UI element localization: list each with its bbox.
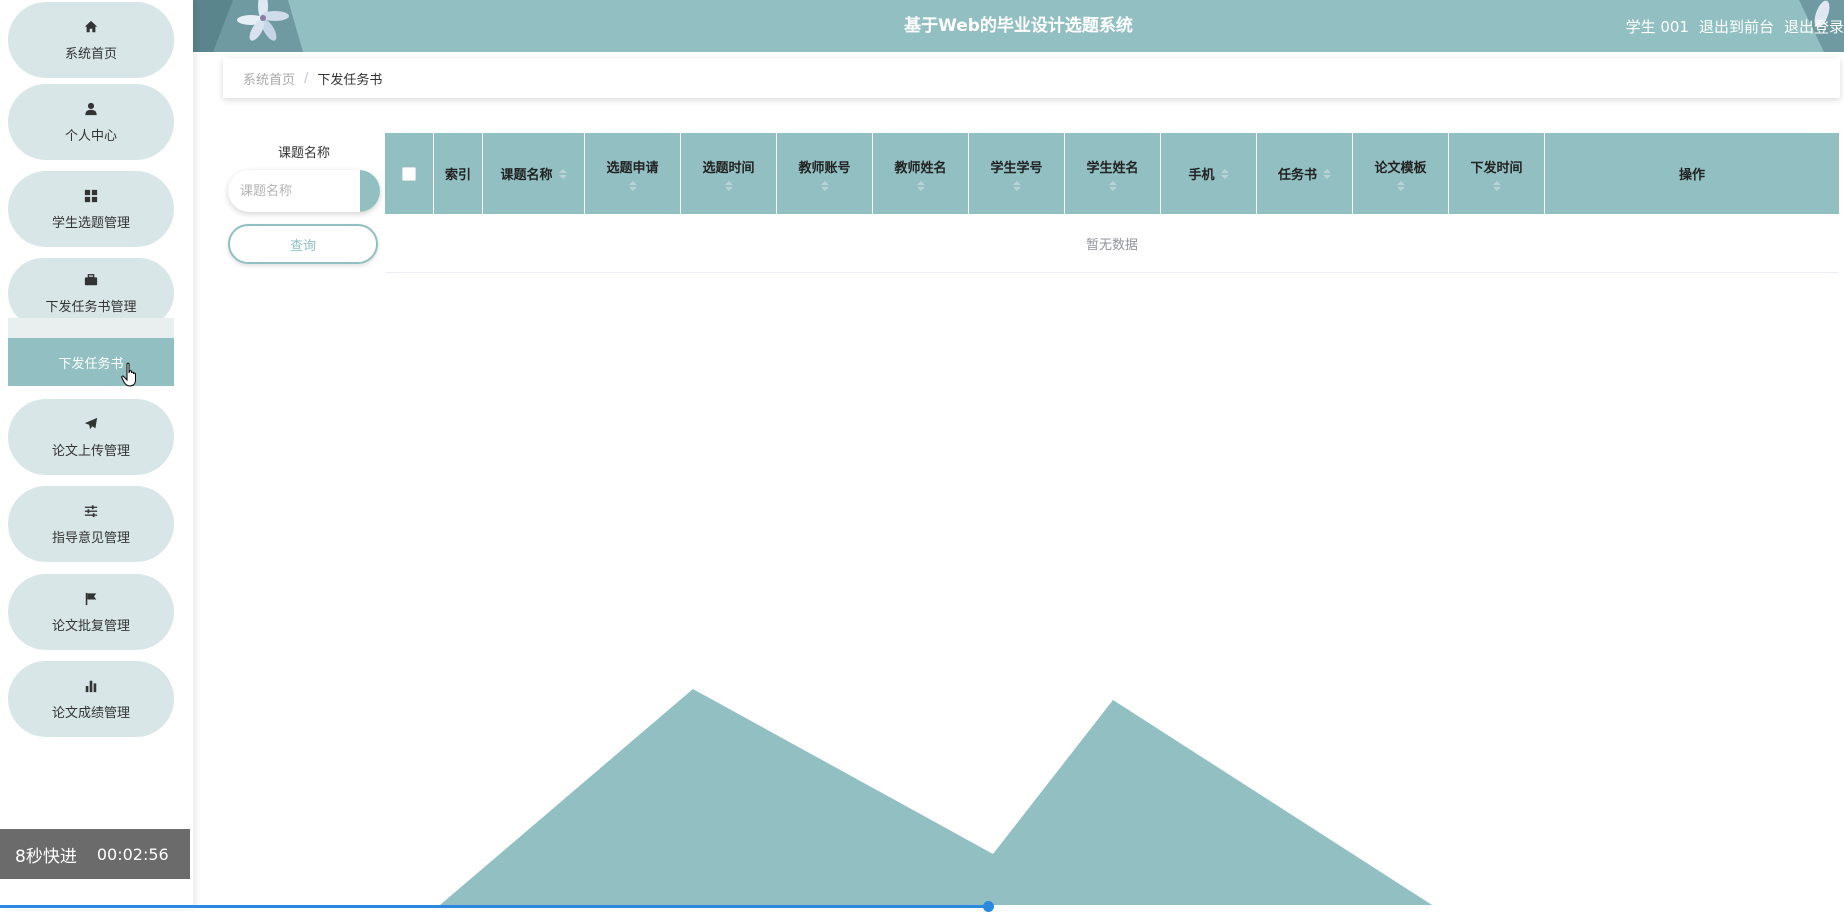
fast-forward-label[interactable]: 8秒快进 bbox=[15, 842, 77, 867]
sidebar-item-home[interactable]: 系统首页 bbox=[8, 2, 174, 78]
sort-icon[interactable] bbox=[628, 180, 637, 191]
sidebar-item-label: 论文批复管理 bbox=[51, 618, 130, 634]
sort-icon[interactable] bbox=[1220, 168, 1229, 179]
column-header-actions: 操作 bbox=[1545, 133, 1839, 214]
search-input-wrapper bbox=[228, 170, 380, 212]
column-label: 论文模板 bbox=[1374, 160, 1427, 176]
query-button[interactable]: 查询 bbox=[228, 224, 378, 264]
video-speed-badge: 8秒快进 00:02:56 bbox=[0, 829, 190, 879]
video-progress-knob[interactable] bbox=[983, 901, 995, 912]
column-header-thesis-template[interactable]: 论文模板 bbox=[1353, 133, 1449, 214]
bar-chart-icon bbox=[83, 678, 99, 694]
search-label: 课题名称 bbox=[277, 146, 330, 161]
sidebar-item-label: 系统首页 bbox=[64, 46, 117, 62]
column-label: 操作 bbox=[1678, 168, 1705, 183]
video-progress-fill bbox=[0, 905, 989, 908]
column-label: 索引 bbox=[444, 168, 471, 183]
header-user-area: 学生 001 退出到前台 退出登录 bbox=[1616, 0, 1844, 52]
column-header-application[interactable]: 选题申请 bbox=[585, 133, 681, 214]
sidebar-item-topic-selection[interactable]: 学生选题管理 bbox=[8, 171, 174, 247]
sidebar-item-thesis-grades[interactable]: 论文成绩管理 bbox=[8, 661, 174, 737]
sidebar-item-thesis-review[interactable]: 论文批复管理 bbox=[8, 574, 174, 650]
task-table: 索引 课题名称 选题申请 选题时间 教师账号 教师姓名 学生学号 学生姓名 手机… bbox=[385, 133, 1839, 273]
sort-icon[interactable] bbox=[1323, 168, 1331, 179]
sidebar-item-label: 论文上传管理 bbox=[51, 443, 130, 459]
sidebar-item-label: 指导意见管理 bbox=[51, 530, 130, 546]
flag-icon bbox=[83, 591, 99, 607]
submenu-item-task-book[interactable]: 下发任务书 bbox=[8, 338, 174, 386]
sidebar: 系统首页 个人中心 学生选题管理 下发任务书管理 下发任务书 论文上传管理 指导… bbox=[0, 0, 193, 909]
sidebar-item-label: 论文成绩管理 bbox=[51, 705, 130, 721]
column-header-teacher-account[interactable]: 教师账号 bbox=[777, 133, 873, 214]
column-label: 下发时间 bbox=[1470, 160, 1523, 176]
sort-icon[interactable] bbox=[1492, 180, 1501, 191]
select-all-checkbox[interactable] bbox=[402, 166, 416, 181]
breadcrumb-home-link[interactable]: 系统首页 bbox=[243, 69, 295, 88]
column-header-task-book[interactable]: 任务书 bbox=[1257, 133, 1353, 214]
column-header-issue-time[interactable]: 下发时间 bbox=[1449, 133, 1545, 214]
column-label: 选题时间 bbox=[702, 160, 755, 176]
table-header: 索引 课题名称 选题申请 选题时间 教师账号 教师姓名 学生学号 学生姓名 手机… bbox=[385, 133, 1839, 214]
breadcrumb-current: 下发任务书 bbox=[317, 72, 383, 88]
current-user: 学生 001 bbox=[1625, 17, 1689, 36]
select-all-cell bbox=[385, 133, 434, 214]
grid-icon bbox=[83, 188, 99, 204]
column-label: 选题申请 bbox=[606, 160, 659, 176]
column-label: 课题名称 bbox=[500, 168, 553, 183]
column-header-topic-name[interactable]: 课题名称 bbox=[483, 133, 585, 214]
sort-icon[interactable] bbox=[820, 180, 829, 191]
submenu-background bbox=[8, 318, 174, 338]
logout-link[interactable]: 退出登录 bbox=[1784, 16, 1844, 37]
sort-icon[interactable] bbox=[916, 180, 925, 191]
column-label: 教师账号 bbox=[798, 160, 851, 176]
video-time: 00:02:56 bbox=[96, 844, 169, 864]
column-label: 教师姓名 bbox=[894, 160, 947, 176]
site-title: 基于Web的毕业设计选题系统 bbox=[904, 16, 1133, 36]
topic-name-input[interactable] bbox=[228, 170, 360, 212]
back-to-front-link[interactable]: 退出到前台 bbox=[1699, 16, 1774, 37]
sort-icon[interactable] bbox=[1108, 180, 1117, 191]
sidebar-item-thesis-upload[interactable]: 论文上传管理 bbox=[8, 399, 174, 475]
column-label: 学生姓名 bbox=[1086, 160, 1139, 176]
sort-icon[interactable] bbox=[558, 168, 567, 179]
sort-icon[interactable] bbox=[724, 180, 733, 191]
sort-icon[interactable] bbox=[1012, 180, 1021, 191]
column-header-student-id[interactable]: 学生学号 bbox=[969, 133, 1065, 214]
user-icon bbox=[83, 101, 99, 117]
column-label: 学生学号 bbox=[990, 160, 1043, 176]
breadcrumb: 系统首页 / 下发任务书 bbox=[223, 58, 1840, 98]
hand-cursor-icon bbox=[121, 362, 136, 387]
sidebar-item-label: 下发任务书管理 bbox=[45, 299, 137, 315]
column-header-teacher-name[interactable]: 教师姓名 bbox=[873, 133, 969, 214]
column-header-student-name[interactable]: 学生姓名 bbox=[1065, 133, 1161, 214]
sidebar-item-profile[interactable]: 个人中心 bbox=[8, 84, 174, 160]
search-input-accent bbox=[360, 170, 380, 212]
column-header-index: 索引 bbox=[434, 133, 483, 214]
column-label: 任务书 bbox=[1277, 168, 1317, 183]
paper-plane-icon bbox=[83, 416, 99, 432]
column-label: 手机 bbox=[1188, 168, 1215, 183]
sidebar-item-label: 个人中心 bbox=[64, 128, 117, 144]
home-icon bbox=[83, 19, 99, 35]
sidebar-item-label: 学生选题管理 bbox=[51, 215, 130, 231]
breadcrumb-separator: / bbox=[304, 70, 309, 86]
table-empty-state: 暂无数据 bbox=[385, 214, 1839, 273]
column-header-select-time[interactable]: 选题时间 bbox=[681, 133, 777, 214]
column-header-phone[interactable]: 手机 bbox=[1161, 133, 1257, 214]
sliders-icon bbox=[83, 503, 99, 519]
briefcase-icon bbox=[83, 272, 99, 288]
top-header: 基于Web的毕业设计选题系统 学生 001 退出到前台 退出登录 bbox=[193, 0, 1844, 52]
sort-icon[interactable] bbox=[1396, 180, 1405, 191]
sidebar-item-guidance[interactable]: 指导意见管理 bbox=[8, 486, 174, 562]
